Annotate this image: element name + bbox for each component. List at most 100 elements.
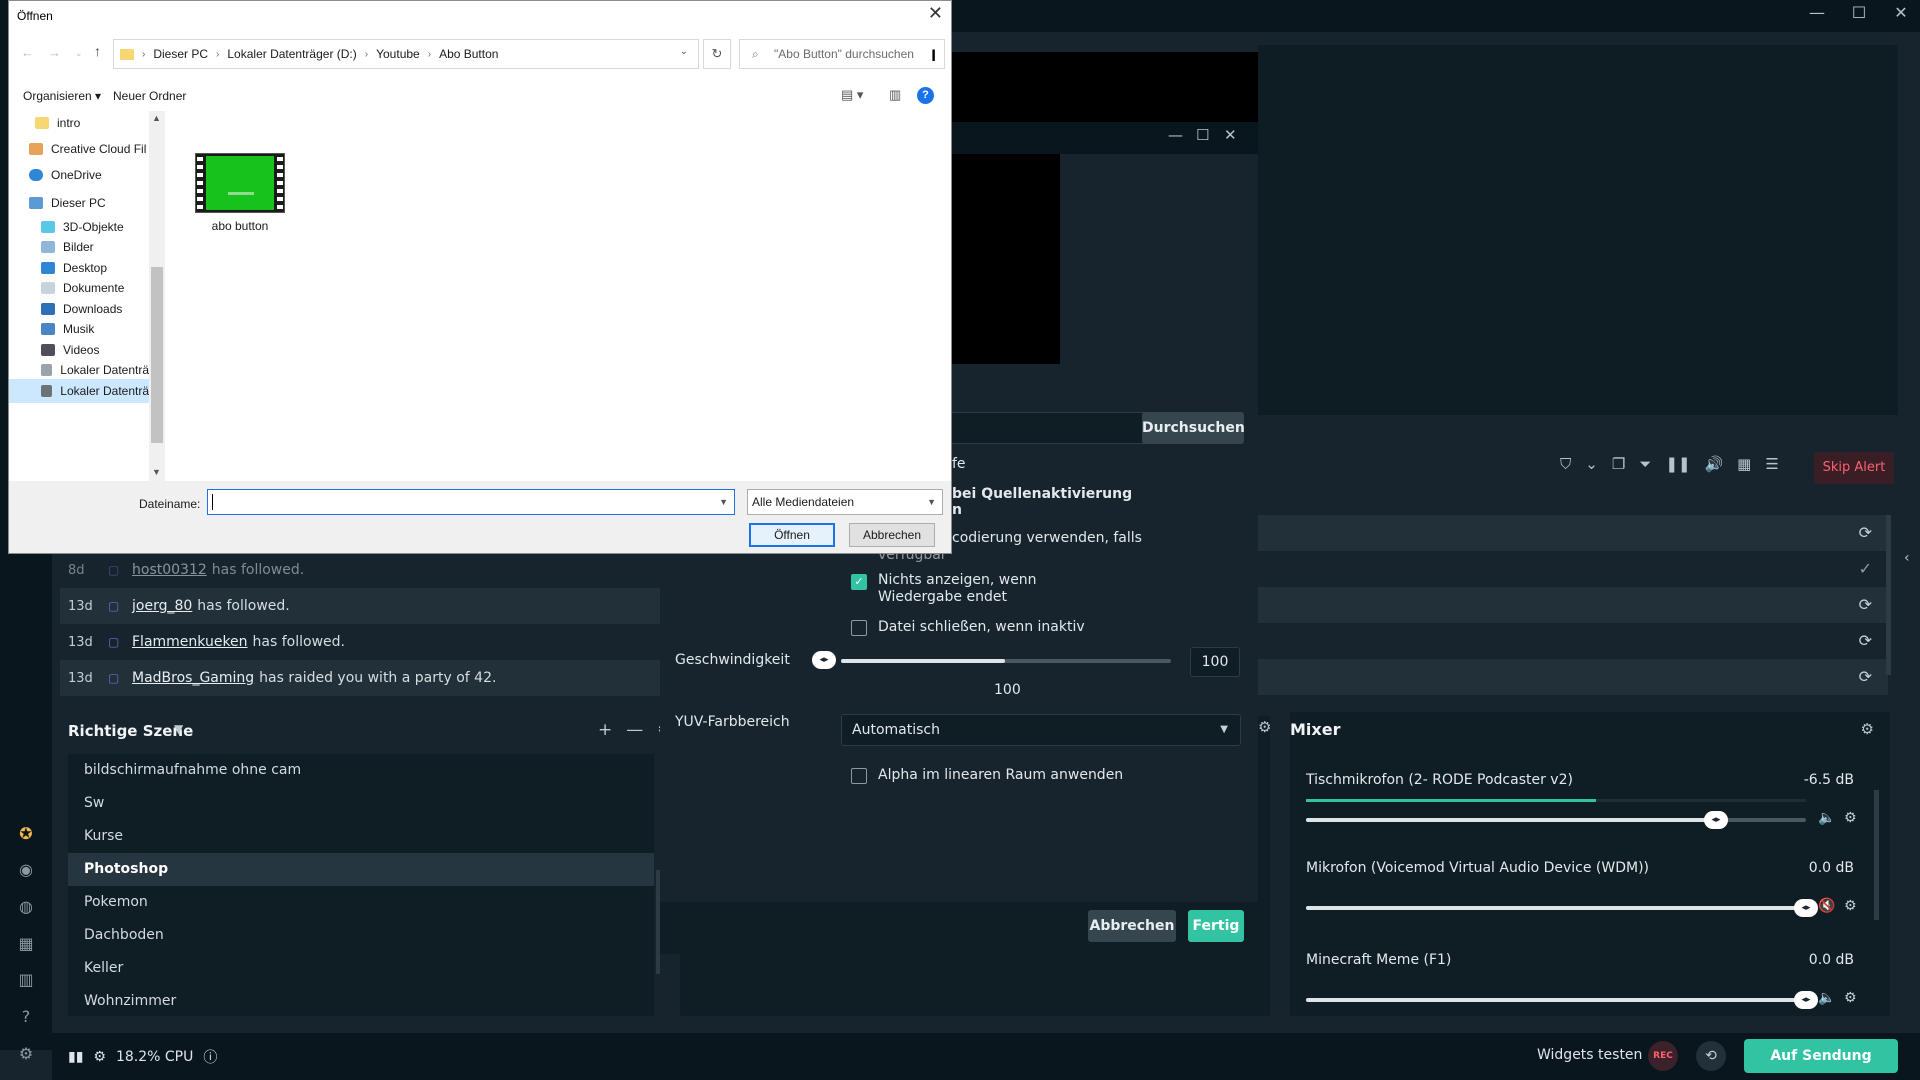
breadcrumb-item[interactable]: Lokaler Datenträger (D:) xyxy=(227,47,356,61)
volume-icon[interactable]: 🔊 xyxy=(1704,455,1723,473)
scene-item[interactable]: bildschirmaufnahme ohne cam xyxy=(68,754,654,787)
browse-button[interactable]: Durchsuchen xyxy=(1142,412,1245,444)
alerts-scrollbar[interactable] xyxy=(1886,515,1891,675)
replay-buffer-icon[interactable]: ⟲ xyxy=(1696,1041,1726,1071)
media-icon[interactable]: ◉ xyxy=(16,860,36,880)
activity-user[interactable]: Flammenkueken xyxy=(132,634,248,650)
scene-item[interactable]: Wohnzimmer xyxy=(68,985,654,1016)
help-icon[interactable]: ? xyxy=(917,87,934,104)
grid-view-icon[interactable]: ▦ xyxy=(1737,455,1751,473)
filename-input[interactable]: ▼ xyxy=(207,489,735,515)
activity-user[interactable]: host00312 xyxy=(132,562,207,578)
replay-icon[interactable]: ⟳ xyxy=(1859,523,1872,542)
yuv-select[interactable]: Automatisch ▼ xyxy=(841,714,1241,746)
refresh-icon[interactable]: ↻ xyxy=(703,39,731,69)
back-arrow-icon[interactable]: ← xyxy=(21,45,34,60)
apps-icon[interactable]: ▦ xyxy=(16,934,36,954)
chevron-down-icon[interactable]: ⌄ xyxy=(1585,455,1598,473)
tree-item[interactable]: intro xyxy=(9,111,149,135)
replay-icon[interactable]: ⟳ xyxy=(1859,631,1872,650)
volume-slider-handle[interactable]: ◂▸ xyxy=(1704,811,1728,829)
layout-icon[interactable]: ▥ xyxy=(16,970,36,990)
chevron-down-icon[interactable]: ⌄ xyxy=(680,46,688,57)
pause-icon[interactable]: ❚❚ xyxy=(1665,455,1690,473)
view-options-icon[interactable]: ▤ ▾ xyxy=(841,87,863,103)
breadcrumb-item[interactable]: Abo Button xyxy=(439,47,498,61)
sources-settings-icon[interactable]: ⚙ xyxy=(1258,718,1271,736)
minimize-icon[interactable]: — xyxy=(1806,3,1828,22)
add-scene-icon[interactable]: + xyxy=(598,720,612,740)
search-box[interactable]: ⌕ "Abo Button" durchsuchen I xyxy=(739,39,945,69)
check-icon[interactable]: ✓ xyxy=(1859,559,1872,578)
scroll-thumb[interactable] xyxy=(151,267,163,443)
activity-user[interactable]: joerg_80 xyxy=(132,598,192,614)
scroll-up-icon[interactable]: ▲ xyxy=(152,113,161,123)
volume-slider-track[interactable] xyxy=(1306,906,1806,910)
skip-alert-button[interactable]: Skip Alert xyxy=(1814,452,1894,484)
hide-when-done-checkbox[interactable]: ✓ xyxy=(851,574,867,590)
chevron-down-icon[interactable]: ▼ xyxy=(174,722,183,736)
chevron-left-icon[interactable]: ‹ xyxy=(1904,550,1910,566)
tree-item[interactable]: Creative Cloud Fil xyxy=(9,137,149,161)
open-button[interactable]: Öffnen xyxy=(749,523,835,547)
minimize-icon[interactable]: — xyxy=(1168,126,1183,144)
speaker-icon[interactable]: 🔈 xyxy=(1818,990,1835,1006)
breadcrumb-item[interactable]: Dieser PC xyxy=(153,47,208,61)
copy-icon[interactable]: ❐ xyxy=(1612,455,1625,473)
speed-slider-track[interactable] xyxy=(841,659,1171,663)
close-icon[interactable]: ✕ xyxy=(1890,3,1912,22)
speed-slider-handle[interactable]: ◂▸ xyxy=(812,651,836,669)
close-inactive-checkbox[interactable] xyxy=(851,620,867,636)
close-icon[interactable]: ✕ xyxy=(928,3,943,24)
remove-scene-icon[interactable]: — xyxy=(626,720,643,740)
scene-item[interactable]: Kurse xyxy=(68,820,654,853)
alpha-linear-checkbox[interactable] xyxy=(851,768,867,784)
close-icon[interactable]: ✕ xyxy=(1224,126,1237,144)
prime-icon[interactable]: ✪ xyxy=(16,824,36,844)
new-folder-button[interactable]: Neuer Ordner xyxy=(113,89,186,103)
tree-item[interactable]: Dieser PC xyxy=(9,191,149,215)
organize-menu[interactable]: Organisieren ▾ xyxy=(23,89,101,103)
activity-user[interactable]: MadBros_Gaming xyxy=(132,670,254,686)
speaker-muted-icon[interactable]: 🔇 xyxy=(1818,898,1835,914)
stats-chart-icon[interactable]: ▮▮ xyxy=(68,1049,83,1065)
recent-chevron-icon[interactable]: ⌄ xyxy=(75,48,83,60)
speed-input[interactable]: 100 xyxy=(1190,647,1240,677)
scene-item[interactable]: Dachboden xyxy=(68,919,654,952)
volume-slider-handle[interactable]: ◂▸ xyxy=(1794,991,1818,1009)
scene-item[interactable]: Keller xyxy=(68,952,654,985)
preview-pane-icon[interactable]: ▥ xyxy=(889,87,901,103)
scroll-down-icon[interactable]: ▼ xyxy=(152,467,161,477)
scene-item[interactable]: Pokemon xyxy=(68,886,654,919)
filter-icon[interactable]: ⏷ xyxy=(1639,455,1651,473)
done-button[interactable]: Fertig xyxy=(1188,910,1244,942)
info-icon[interactable]: ⓘ xyxy=(203,1047,217,1067)
maximize-icon[interactable]: ☐ xyxy=(1848,3,1870,22)
go-live-button[interactable]: Auf Sendung gehen xyxy=(1744,1039,1898,1073)
channel-settings-icon[interactable]: ⚙ xyxy=(1844,990,1857,1006)
replay-icon[interactable]: ⟳ xyxy=(1859,595,1872,614)
cancel-button[interactable]: Abbrechen xyxy=(849,523,935,547)
settings-icon[interactable]: ⚙ xyxy=(16,1044,36,1064)
cancel-button[interactable]: Abbrechen xyxy=(1088,910,1176,942)
address-bar[interactable]: › Dieser PC › Lokaler Datenträger (D:) ›… xyxy=(113,39,699,69)
chevron-down-icon[interactable]: ▼ xyxy=(719,490,728,514)
tree-scrollbar[interactable]: ▲ ▼ xyxy=(149,111,165,481)
volume-slider-track[interactable] xyxy=(1306,998,1806,1002)
list-view-icon[interactable]: ☰ xyxy=(1765,455,1778,473)
help-icon[interactable]: ? xyxy=(16,1007,36,1027)
up-arrow-icon[interactable]: ↑ xyxy=(94,43,101,59)
channel-settings-icon[interactable]: ⚙ xyxy=(1844,898,1857,914)
speaker-icon[interactable]: 🔈 xyxy=(1818,810,1835,826)
test-widgets-button[interactable]: Widgets testen xyxy=(1537,1047,1642,1063)
scene-item-selected[interactable]: Photoshop xyxy=(68,853,654,886)
tree-item-selected[interactable]: Lokaler Datenträ xyxy=(9,379,149,403)
file-type-select[interactable]: Alle Mediendateien ▼ xyxy=(747,489,943,515)
volume-slider-track[interactable] xyxy=(1306,818,1806,822)
chat-icon[interactable]: ◍ xyxy=(16,897,36,917)
breadcrumb-item[interactable]: Youtube xyxy=(376,47,420,61)
shield-icon[interactable]: ⛉ xyxy=(1560,455,1571,473)
scene-item[interactable]: Sw xyxy=(68,787,654,820)
record-button[interactable]: REC xyxy=(1648,1041,1678,1071)
file-tile[interactable]: abo button xyxy=(195,153,285,233)
